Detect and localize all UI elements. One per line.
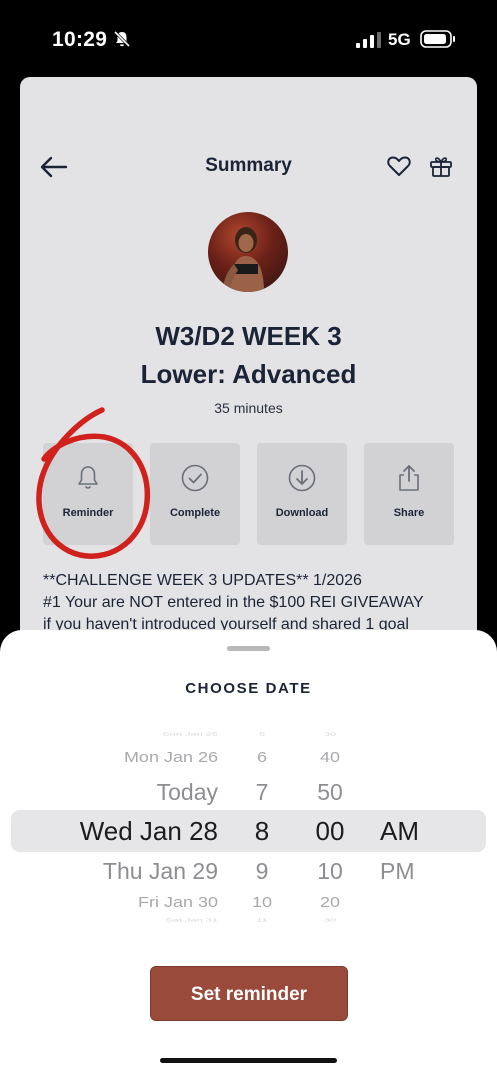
description-line: **CHALLENGE WEEK 3 UPDATES** 1/2026: [43, 572, 362, 589]
share-icon: [399, 465, 419, 491]
minute-option[interactable]: 30: [300, 732, 360, 737]
share-button[interactable]: Share: [364, 443, 454, 545]
annotation-circle: [36, 407, 151, 559]
date-selected[interactable]: Wed Jan 28: [40, 818, 218, 844]
bell-slash-icon: [113, 30, 131, 48]
hour-option[interactable]: 6: [232, 750, 292, 764]
download-label: Download: [275, 507, 329, 519]
date-option[interactable]: Mon Jan 26: [40, 750, 218, 764]
workout-description: **CHALLENGE WEEK 3 UPDATES** 1/2026 #1 Y…: [43, 570, 468, 636]
set-reminder-button[interactable]: Set reminder: [150, 966, 348, 1021]
period-option[interactable]: PM: [380, 860, 440, 883]
minute-option[interactable]: 20: [300, 895, 360, 909]
date-option[interactable]: Sat Jan 31: [40, 918, 218, 923]
date-time-picker[interactable]: Sun Jan 25 Mon Jan 26 Today Wed Jan 28 Thu J…: [0, 726, 497, 930]
download-icon: [288, 464, 316, 492]
sheet-grabber[interactable]: [227, 646, 270, 651]
heart-icon[interactable]: [386, 153, 412, 179]
home-indicator: [160, 1058, 337, 1063]
minute-selected[interactable]: 00: [300, 818, 360, 844]
check-circle-icon: [181, 464, 209, 492]
minute-option[interactable]: 40: [300, 750, 360, 764]
hour-option[interactable]: 10: [232, 895, 292, 909]
minute-option[interactable]: 10: [300, 860, 360, 883]
gift-icon[interactable]: [428, 153, 454, 179]
hour-selected[interactable]: 8: [232, 818, 292, 844]
network-label: 5G: [388, 30, 411, 49]
period-selected[interactable]: AM: [380, 818, 440, 844]
date-option[interactable]: Fri Jan 30: [40, 895, 218, 909]
battery-icon: [420, 30, 455, 48]
summary-screen: Summary W3/D2 WEEK 3 Lower: Advanced 35 …: [20, 77, 477, 717]
status-bar: 10:29 5G: [0, 0, 497, 80]
date-option[interactable]: Thu Jan 29: [40, 860, 218, 883]
choose-date-sheet: CHOOSE DATE Sun Jan 25 Mon Jan 26 Today Wed…: [0, 630, 497, 1080]
minute-option[interactable]: 30: [300, 918, 360, 923]
hour-option[interactable]: 5: [232, 732, 292, 737]
status-time: 10:29: [52, 28, 108, 51]
date-option[interactable]: Today: [40, 781, 218, 804]
download-button[interactable]: Download: [257, 443, 347, 545]
avatar: [208, 212, 288, 292]
minute-option[interactable]: 50: [300, 781, 360, 804]
person-photo-icon: [222, 227, 264, 292]
workout-subtitle: Lower: Advanced: [140, 359, 357, 389]
sheet-title: CHOOSE DATE: [185, 680, 312, 697]
share-label: Share: [393, 507, 425, 519]
description-line: #1 Your are NOT entered in the $100 REI …: [43, 594, 424, 611]
hour-option[interactable]: 9: [232, 860, 292, 883]
signal-icon: [356, 32, 381, 48]
hour-option[interactable]: 11: [232, 918, 292, 923]
hour-option[interactable]: 7: [232, 781, 292, 804]
workout-title: W3/D2 WEEK 3: [155, 321, 342, 351]
date-option[interactable]: Sun Jan 25: [40, 732, 218, 737]
